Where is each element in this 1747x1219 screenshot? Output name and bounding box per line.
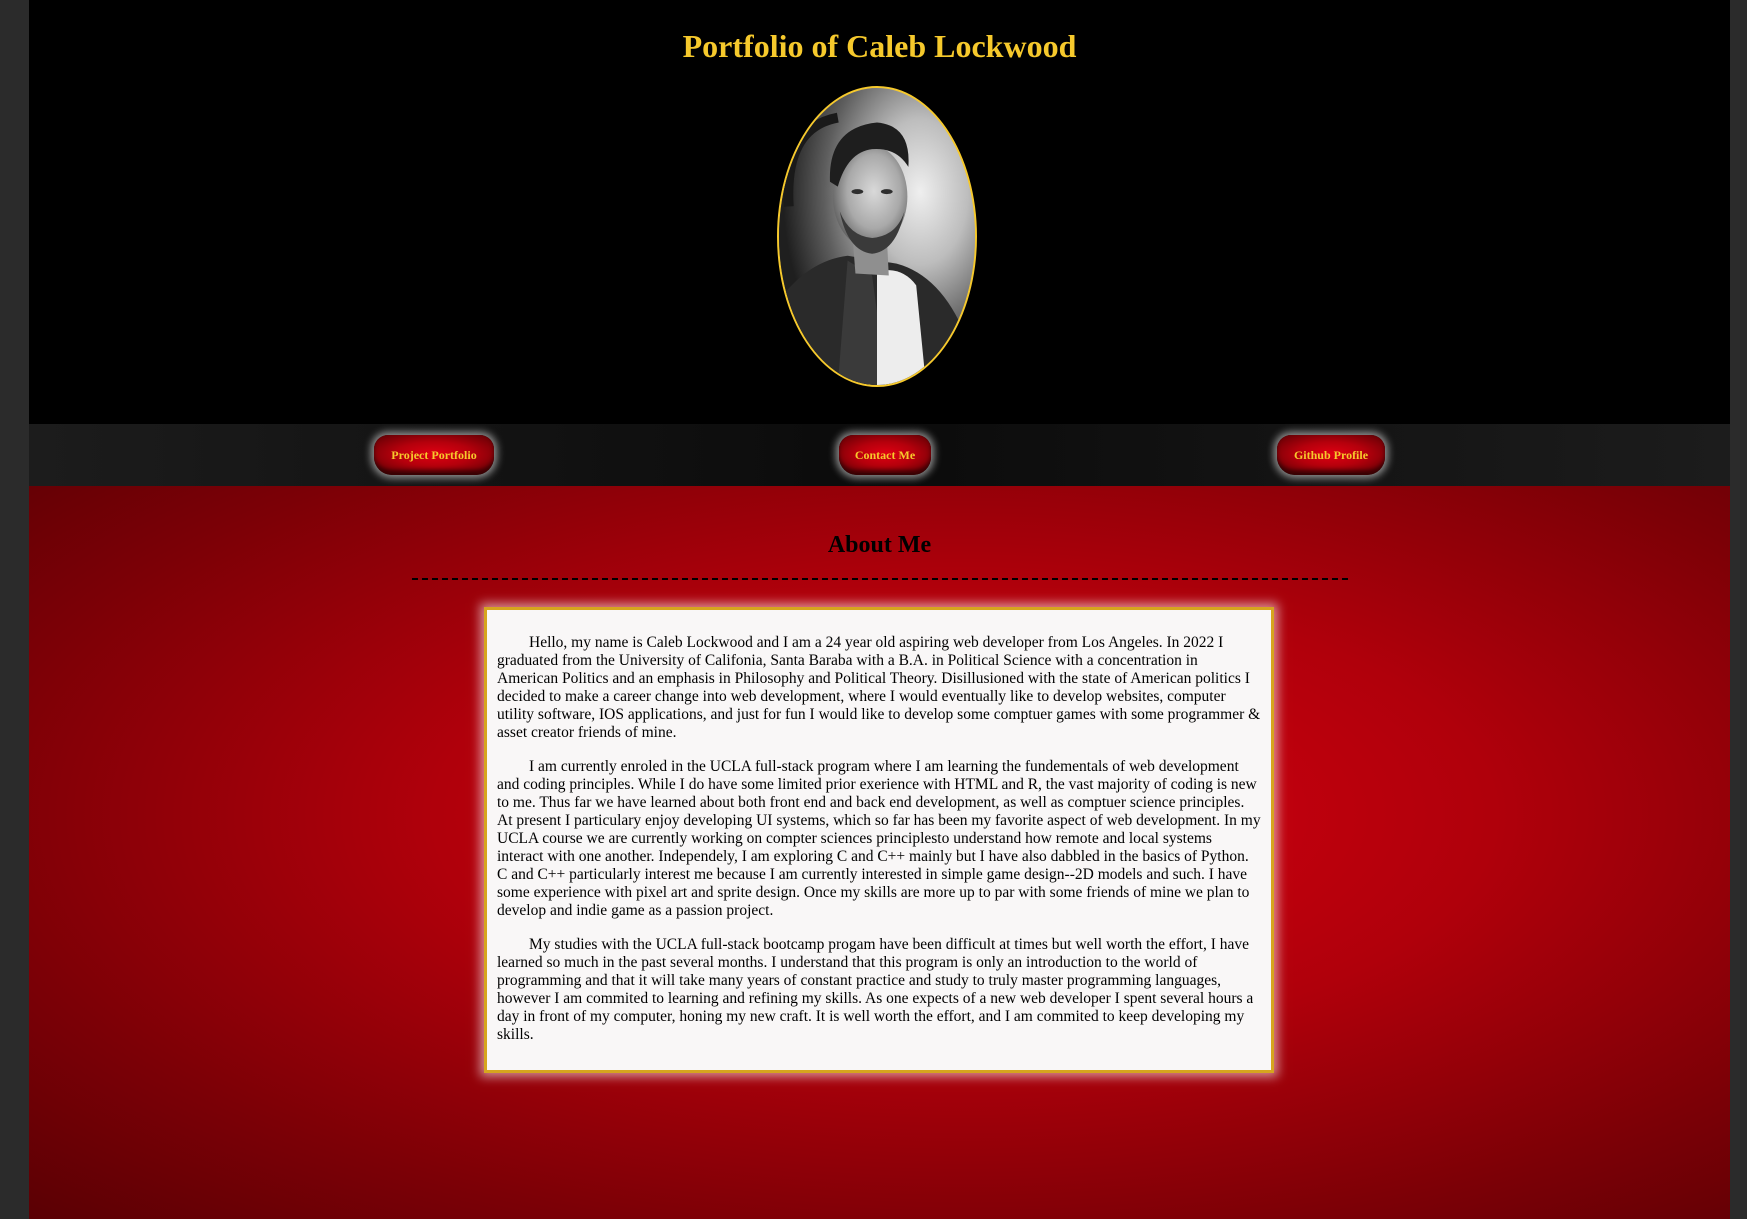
section-divider xyxy=(412,578,1348,580)
profile-portrait xyxy=(777,86,977,387)
about-paragraph: My studies with the UCLA full-stack boot… xyxy=(497,936,1254,1043)
hero-header: Portfolio of Caleb Lockwood xyxy=(29,0,1730,424)
contact-me-button[interactable]: Contact Me xyxy=(839,435,931,475)
about-heading: About Me xyxy=(827,532,932,558)
about-paragraph: I am currently enroled in the UCLA full-… xyxy=(497,758,1261,919)
page: Portfolio of Caleb Lockwood Project Port… xyxy=(29,0,1730,1219)
about-paragraph: Hello, my name is Caleb Lockwood and I a… xyxy=(497,634,1261,741)
portrait-image xyxy=(779,88,975,385)
nav-bar: Project Portfolio Contact Me Github Prof… xyxy=(29,424,1730,486)
about-section: About Me Hello, my name is Caleb Lockwoo… xyxy=(29,486,1730,1219)
about-card: Hello, my name is Caleb Lockwood and I a… xyxy=(484,607,1274,1073)
project-portfolio-button[interactable]: Project Portfolio xyxy=(374,435,494,475)
page-title: Portfolio of Caleb Lockwood xyxy=(682,28,1077,64)
github-profile-button[interactable]: Github Profile xyxy=(1277,435,1385,475)
